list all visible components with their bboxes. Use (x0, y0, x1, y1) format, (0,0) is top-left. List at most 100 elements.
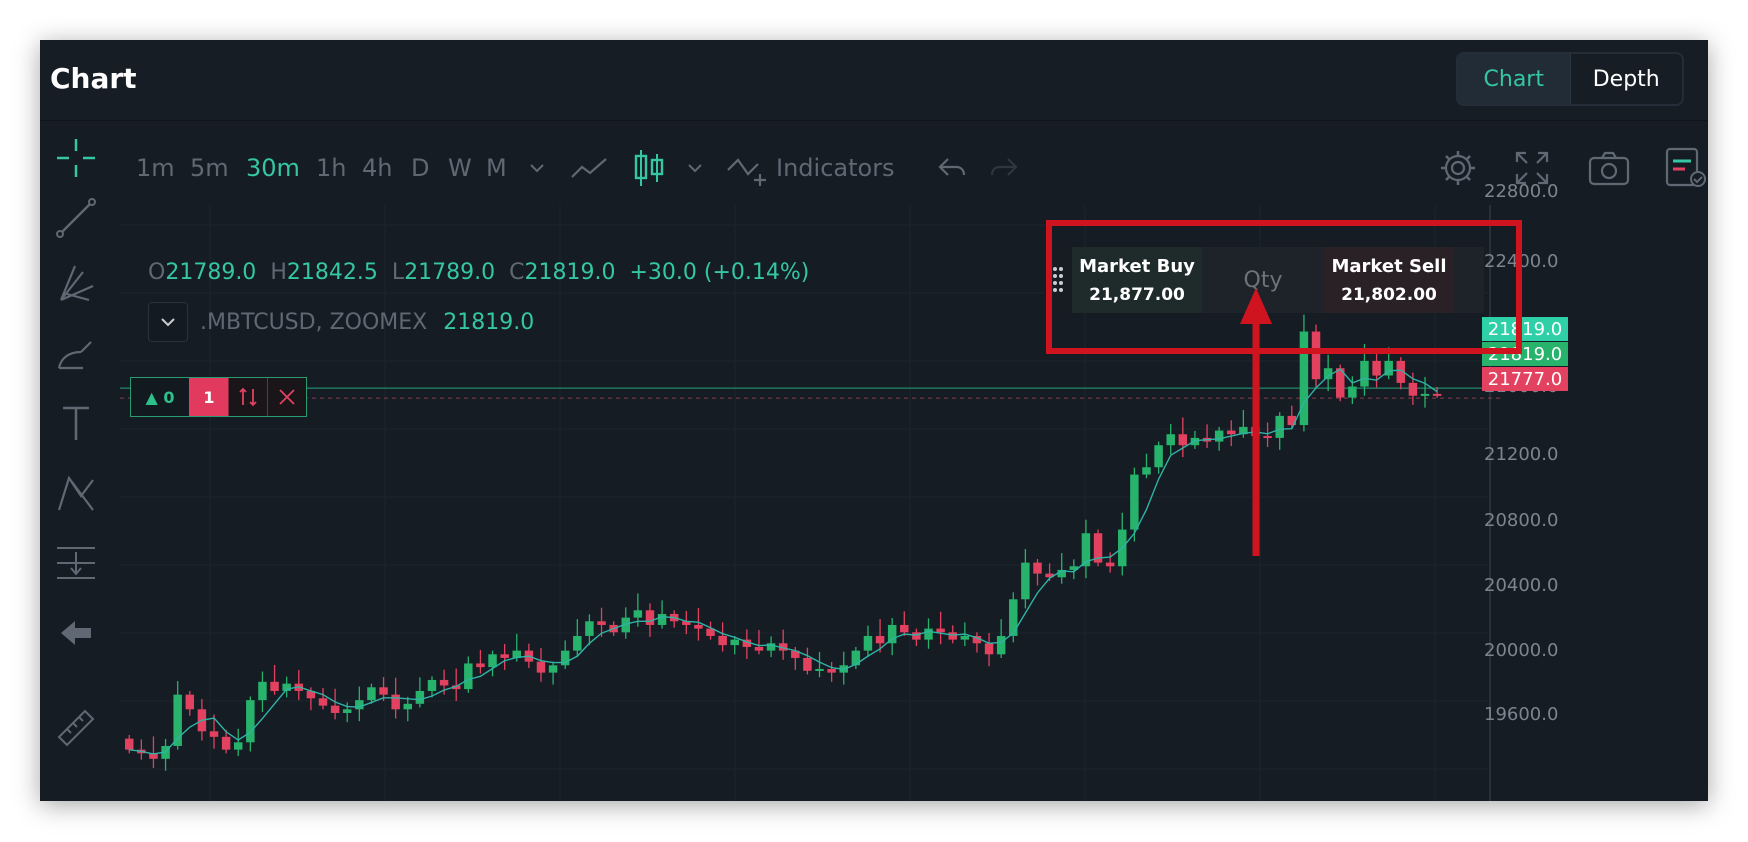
high-label: H (270, 260, 287, 285)
candle-body (318, 698, 328, 706)
gear-icon (1441, 151, 1475, 185)
camera-icon (1588, 151, 1630, 186)
candle-body (815, 668, 824, 671)
price-axis-tick: 22800.0 (1484, 181, 1559, 202)
crosshair-tool[interactable] (40, 131, 112, 185)
candle-body (827, 668, 836, 673)
undo-button[interactable] (936, 140, 968, 196)
candle-body (912, 632, 921, 640)
candle-body (536, 661, 546, 673)
candle-body (379, 687, 388, 695)
close-value: 21819.0 (524, 260, 616, 285)
candles-icon (634, 150, 664, 186)
candle-body (233, 742, 243, 750)
candle-body (1178, 434, 1188, 446)
symbol-last-price: 21819.0 (443, 309, 535, 335)
ruler-tool[interactable] (40, 701, 112, 755)
text-icon (63, 406, 89, 440)
open-label: O (148, 260, 166, 285)
indicators-button[interactable]: Indicators (726, 140, 895, 196)
candle-body (391, 694, 400, 710)
candle-body (766, 643, 776, 651)
candle-body (585, 621, 594, 636)
chevron-down-icon (688, 164, 702, 173)
price-axis-tick: 21200.0 (1484, 444, 1559, 465)
candle-body (548, 665, 558, 673)
redo-button[interactable] (988, 140, 1020, 196)
candle-body (573, 635, 582, 651)
candle-body (1142, 467, 1151, 475)
candle-body (694, 624, 703, 629)
high-value: 21842.5 (286, 260, 378, 285)
pattern-icon (57, 475, 94, 511)
candle-body (403, 703, 413, 710)
candle-body (730, 639, 739, 646)
panel-header: Chart Chart Depth (40, 40, 1708, 121)
brush-tool[interactable] (40, 326, 112, 380)
candle-body (125, 738, 134, 750)
timeframe-m[interactable]: M (486, 140, 507, 196)
reverse-position-button[interactable] (228, 378, 267, 416)
timeframe-4h[interactable]: 4h (362, 140, 392, 196)
panel-title: Chart (50, 62, 137, 95)
candle-body (342, 709, 352, 713)
timeframe-1m[interactable]: 1m (136, 140, 175, 196)
line-chart-button[interactable] (570, 140, 610, 196)
timeframe-d[interactable]: D (411, 140, 429, 196)
tab-depth[interactable]: Depth (1571, 54, 1683, 104)
screenshot-button[interactable] (1588, 140, 1630, 196)
arrow-left-icon (61, 621, 91, 645)
candle-body (1214, 430, 1224, 442)
candle-body (1130, 474, 1139, 530)
entry-price-tag: 21777.0 (1482, 367, 1568, 391)
timeframe-1h[interactable]: 1h (316, 140, 346, 196)
back-tool[interactable] (40, 606, 112, 660)
position-line-widget: ▲ 0 1 (130, 377, 307, 417)
collapse-legend-button[interactable] (148, 302, 188, 342)
candle-body (1372, 360, 1381, 376)
position-qty[interactable]: ▲ 0 (131, 378, 190, 416)
close-label: C (509, 260, 525, 285)
chart-type-more-button[interactable] (684, 140, 706, 196)
text-tool[interactable] (40, 396, 112, 450)
candle-body (439, 679, 449, 686)
view-switch: Chart Depth (1456, 52, 1684, 106)
pattern-tool[interactable] (40, 466, 112, 520)
timeframe-30m[interactable]: 30m (246, 140, 300, 196)
trendline-icon (56, 198, 96, 238)
candle-body (645, 610, 655, 625)
price-axis-tick: 20800.0 (1484, 510, 1559, 531)
chart-toolbar: 1m 5m 30m 1h 4h D W M Indicators (136, 140, 1706, 196)
candle-body (258, 681, 267, 701)
candles-button[interactable] (632, 140, 666, 196)
symbol-row: .MBTCUSD, ZOOMEX 21819.0 (148, 302, 534, 342)
timeframe-5m[interactable]: 5m (190, 140, 229, 196)
candle-body (718, 635, 727, 646)
candle-body (427, 679, 437, 691)
candle-body (1009, 599, 1018, 636)
timeframe-w[interactable]: W (448, 140, 472, 196)
timeframe-more-button[interactable] (526, 140, 548, 196)
pitchfork-tool[interactable] (40, 256, 112, 310)
candle-body (330, 705, 340, 713)
close-position-button[interactable] (267, 378, 306, 416)
measure-tool[interactable] (40, 536, 112, 590)
price-axis-tick: 19600.0 (1484, 704, 1559, 725)
candle-body (863, 635, 873, 651)
candle-body (996, 635, 1006, 655)
highlight-box (1046, 220, 1522, 354)
swap-vertical-icon (239, 387, 257, 407)
candle-body (221, 736, 231, 750)
trendline-tool[interactable] (40, 191, 112, 245)
pitchfork-icon (59, 265, 94, 302)
trading-panel-button[interactable] (1664, 140, 1708, 196)
settings-button[interactable] (1438, 140, 1478, 196)
low-label: L (391, 260, 405, 285)
tab-chart[interactable]: Chart (1458, 54, 1571, 104)
candle-body (1408, 382, 1418, 396)
candle-body (367, 687, 376, 701)
order-count-badge[interactable]: 1 (190, 378, 228, 416)
candle-body (960, 635, 970, 640)
candle-body (754, 646, 764, 651)
measure-icon (57, 547, 95, 579)
